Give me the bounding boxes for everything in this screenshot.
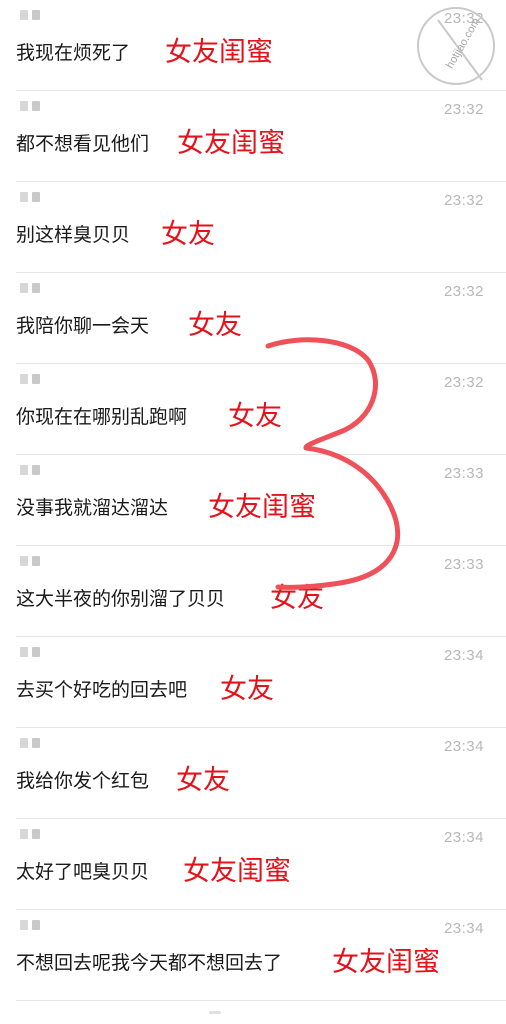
speaker-tag: 女友 <box>270 583 324 614</box>
message-text: 没事我就溜达溜达 <box>16 497 169 519</box>
list-item[interactable]: 23:34 去买个好吃的回去吧 女友 <box>0 637 506 728</box>
blurred-sender-name <box>20 920 48 930</box>
list-item[interactable]: 23:34 太好了吧臭贝贝 女友闺蜜 <box>0 819 506 910</box>
message-time: 23:32 <box>443 101 484 118</box>
blurred-sender-name <box>20 192 48 202</box>
message-text: 我现在烦死了 <box>16 42 131 64</box>
message-text: 太好了吧臭贝贝 <box>16 861 150 883</box>
list-item[interactable]: 23:32 都不想看见他们 女友闺蜜 <box>0 91 506 182</box>
blurred-sender-name <box>20 647 48 657</box>
message-time: 23:34 <box>443 829 484 846</box>
message-time: 23:34 <box>443 738 484 755</box>
list-item[interactable]: 23:34 我给你发个红包 女友 <box>0 728 506 819</box>
message-text: 我陪你聊一会天 <box>16 315 150 337</box>
message-time: 23:34 <box>443 647 484 664</box>
speaker-tag: 女友 <box>220 674 274 705</box>
message-text: 去买个好吃的回去吧 <box>16 679 188 701</box>
blurred-sender-name <box>20 829 48 839</box>
blurred-sender-name <box>20 10 48 20</box>
site-watermark: hotjiao.com <box>412 2 500 90</box>
list-item[interactable]: 23:32 别这样臭贝贝 女友 <box>0 182 506 273</box>
screen: { "conversation_list": [ {"time": "23:32… <box>0 0 506 1024</box>
message-time: 23:33 <box>443 465 484 482</box>
speaker-tag: 女友 <box>188 310 242 341</box>
blurred-sender-name <box>20 738 48 748</box>
row-divider <box>16 1000 506 1001</box>
blurred-sender-name <box>20 374 48 384</box>
list-item[interactable]: 23:33 这大半夜的你别溜了贝贝 女友 <box>0 546 506 637</box>
message-text: 这大半夜的你别溜了贝贝 <box>16 588 226 610</box>
list-item[interactable]: 23:34 不想回去呢我今天都不想回去了 女友闺蜜 <box>0 910 506 1001</box>
message-text: 我给你发个红包 <box>16 770 150 792</box>
message-text: 不想回去呢我今天都不想回去了 <box>16 952 283 974</box>
speaker-tag: 女友 <box>176 765 230 796</box>
message-time: 23:32 <box>443 192 484 209</box>
speaker-tag: 女友闺蜜 <box>177 128 285 159</box>
list-item[interactable]: 23:32 我陪你聊一会天 女友 <box>0 273 506 364</box>
speaker-tag: 女友 <box>228 401 282 432</box>
speaker-tag: 女友 <box>161 219 215 250</box>
message-time: 23:34 <box>443 920 484 937</box>
message-time: 23:32 <box>443 283 484 300</box>
scroll-indicator <box>209 1011 221 1014</box>
message-text: 你现在在哪别乱跑啊 <box>16 406 188 428</box>
speaker-tag: 女友闺蜜 <box>183 856 291 887</box>
blurred-sender-name <box>20 556 48 566</box>
speaker-tag: 女友闺蜜 <box>165 37 273 68</box>
message-time: 23:32 <box>443 374 484 391</box>
blurred-sender-name <box>20 283 48 293</box>
message-time: 23:33 <box>443 556 484 573</box>
speaker-tag: 女友闺蜜 <box>332 947 440 978</box>
list-item[interactable]: 23:32 你现在在哪别乱跑啊 女友 <box>0 364 506 455</box>
blurred-sender-name <box>20 465 48 475</box>
speaker-tag: 女友闺蜜 <box>208 492 316 523</box>
message-text: 都不想看见他们 <box>16 133 150 155</box>
list-item[interactable]: 23:33 没事我就溜达溜达 女友闺蜜 <box>0 455 506 546</box>
blurred-sender-name <box>20 101 48 111</box>
message-text: 别这样臭贝贝 <box>16 224 131 246</box>
